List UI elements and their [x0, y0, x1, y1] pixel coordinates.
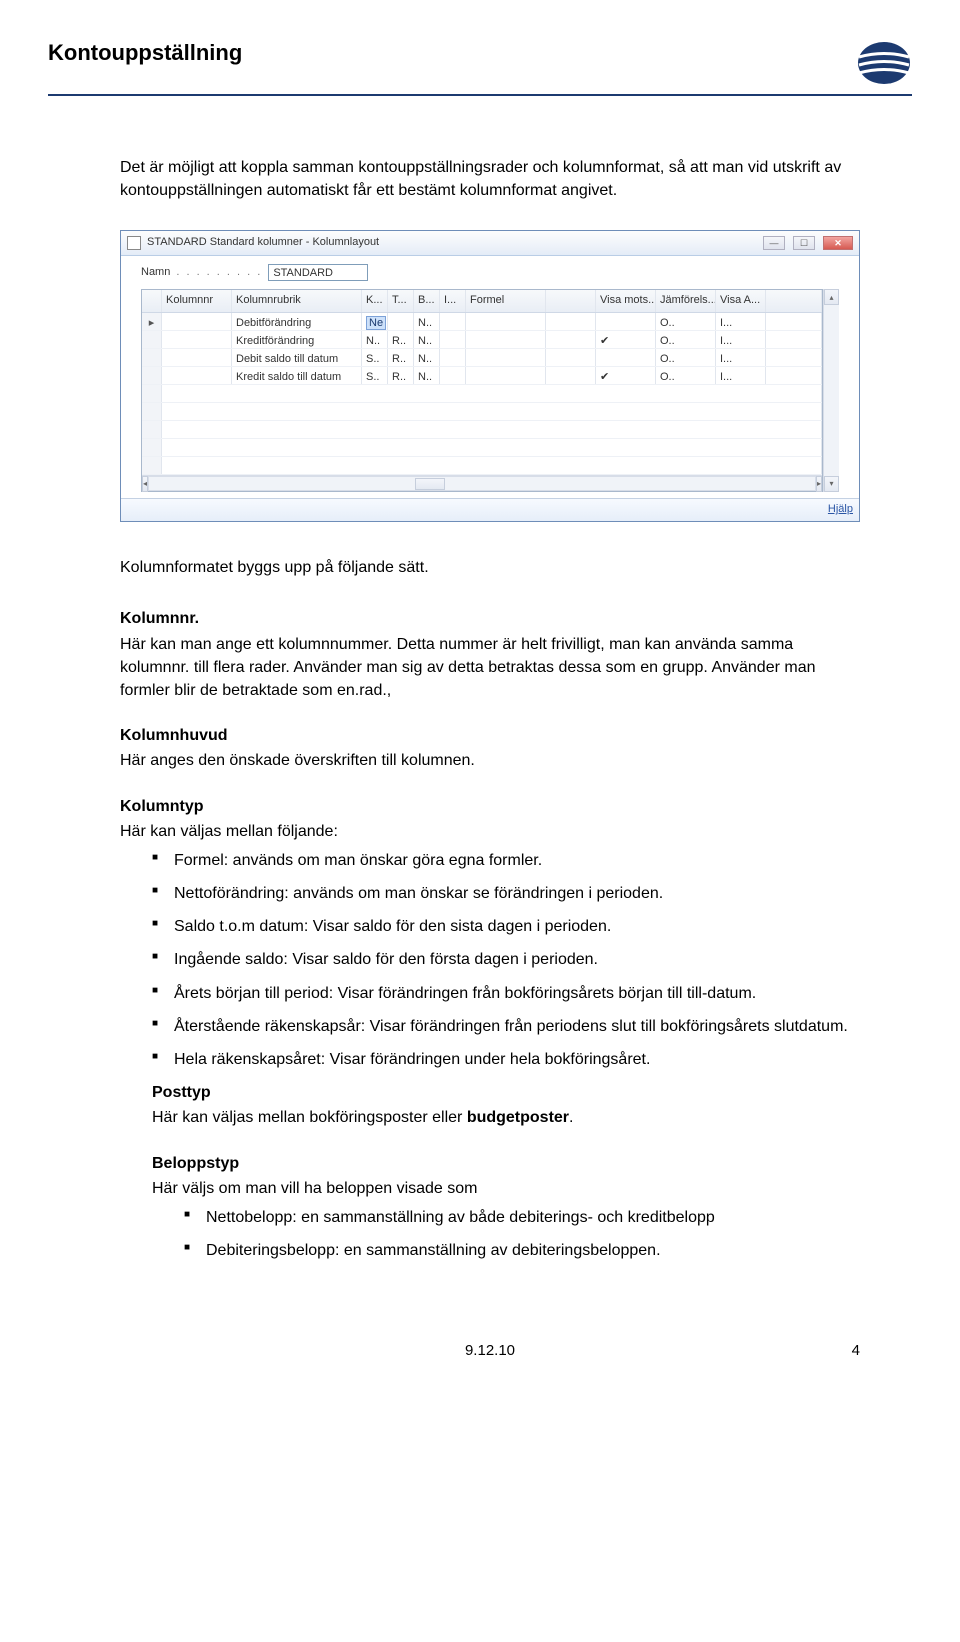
app-window-screenshot: STANDARD Standard kolumner - Kolumnlayou… — [120, 230, 860, 522]
kolumnhuvud-heading: Kolumnhuvud — [120, 724, 860, 747]
namn-field-row: Namn . . . . . . . . . STANDARD — [141, 264, 839, 281]
table-row[interactable]: Debit saldo till datum S.. R.. N.. O.. I… — [142, 349, 822, 367]
beloppstyp-bullets: Nettobelopp: en sammanställning av både … — [152, 1206, 860, 1262]
col-kolumnnr[interactable]: Kolumnnr — [162, 290, 232, 312]
window-title: STANDARD Standard kolumner - Kolumnlayou… — [147, 235, 755, 251]
vertical-scrollbar[interactable]: ▴ ▾ — [823, 289, 839, 492]
dotted-leader: . . . . . . . . . — [176, 265, 262, 281]
posttyp-text: Här kan väljas mellan bokföringsposter e… — [152, 1106, 860, 1129]
col-kolumnrubrik[interactable]: Kolumnrubrik — [232, 290, 362, 312]
help-link[interactable]: Hjälp — [828, 503, 853, 515]
list-item: Årets början till period: Visar förändri… — [152, 982, 860, 1005]
list-item: Nettoförändring: används om man önskar s… — [152, 882, 860, 905]
table-row[interactable]: .. — [142, 421, 822, 439]
minimize-button[interactable]: — — [763, 236, 785, 250]
kolumnnr-section: Kolumnnr. Här kan man ange ett kolumnnum… — [120, 607, 860, 702]
grid-container: Kolumnnr Kolumnrubrik K... T... B... I..… — [141, 289, 839, 492]
col-t[interactable]: T... — [388, 290, 414, 312]
table-row[interactable]: Kredit saldo till datum S.. R.. N.. ✔ O.… — [142, 367, 822, 385]
titlebar: STANDARD Standard kolumner - Kolumnlayou… — [121, 231, 859, 256]
list-item: Återstående räkenskapsår: Visar förändri… — [152, 1015, 860, 1038]
page-header: Kontouppställning — [0, 0, 960, 94]
kolumnhuvud-section: Kolumnhuvud Här anges den önskade översk… — [120, 724, 860, 772]
beloppstyp-heading: Beloppstyp — [152, 1152, 860, 1175]
col-va[interactable]: Visa A... — [716, 290, 766, 312]
col-k[interactable]: K... — [362, 290, 388, 312]
list-item: Nettobelopp: en sammanställning av både … — [184, 1206, 860, 1229]
kolumntyp-section: Kolumntyp Här kan väljas mellan följande… — [120, 795, 860, 1130]
table-row[interactable]: ▸ Debitförändring Ne N.. O.. — [142, 313, 822, 331]
byggs-paragraph: Kolumnformatet byggs upp på följande sät… — [120, 556, 860, 579]
footer-page-number: 4 — [852, 1342, 860, 1359]
table-row[interactable]: .. — [142, 385, 822, 403]
grid-header: Kolumnnr Kolumnrubrik K... T... B... I..… — [142, 290, 822, 313]
namn-label: Namn — [141, 265, 170, 281]
maximize-button[interactable]: ☐ — [793, 236, 815, 250]
scroll-down-icon[interactable]: ▾ — [824, 476, 839, 492]
kolumnnr-heading: Kolumnnr. — [120, 607, 860, 630]
page-footer: 9.12.10 4 — [0, 1342, 960, 1389]
horizontal-scrollbar[interactable]: ◂ ▸ — [142, 475, 822, 491]
logo-icon — [856, 40, 912, 86]
scroll-up-icon[interactable]: ▴ — [824, 289, 839, 305]
list-item: Hela räkenskapsåret: Visar förändringen … — [152, 1048, 860, 1071]
kolumnhuvud-text: Här anges den önskade överskriften till … — [120, 749, 860, 772]
app-icon — [127, 236, 141, 250]
window-footer: Hjälp — [121, 498, 859, 521]
beloppstyp-text: Här väljs om man vill ha beloppen visade… — [152, 1177, 860, 1200]
col-visa[interactable]: Visa mots... — [596, 290, 656, 312]
page-title: Kontouppställning — [48, 40, 242, 66]
namn-input[interactable]: STANDARD — [268, 264, 368, 281]
kolumnnr-text: Här kan man ange ett kolumnnummer. Detta… — [120, 633, 860, 703]
content: Det är möjligt att koppla samman kontoup… — [0, 96, 960, 1262]
grid-rows: ▸ Debitförändring Ne N.. O.. — [142, 313, 822, 475]
window-body: Namn . . . . . . . . . STANDARD Kolumnnr… — [121, 256, 859, 498]
col-i[interactable]: I... — [440, 290, 466, 312]
table-row[interactable]: .. — [142, 439, 822, 457]
list-item: Ingående saldo: Visar saldo för den förs… — [152, 948, 860, 971]
list-item: Formel: används om man önskar göra egna … — [152, 849, 860, 872]
close-button[interactable]: ✕ — [823, 236, 853, 250]
beloppstyp-section: Beloppstyp Här väljs om man vill ha belo… — [152, 1152, 860, 1263]
kolumntyp-text: Här kan väljas mellan följande: — [120, 820, 860, 843]
table-row[interactable]: .. — [142, 403, 822, 421]
column-grid[interactable]: Kolumnnr Kolumnrubrik K... T... B... I..… — [141, 289, 823, 492]
list-item: Debiteringsbelopp: en sammanställning av… — [184, 1239, 860, 1262]
kolumntyp-heading: Kolumntyp — [120, 795, 860, 818]
col-formel[interactable]: Formel — [466, 290, 546, 312]
kolumntyp-bullets: Formel: används om man önskar göra egna … — [120, 849, 860, 1071]
scroll-right-icon[interactable]: ▸ — [816, 476, 822, 492]
posttyp-heading: Posttyp — [152, 1081, 860, 1104]
list-item: Saldo t.o.m datum: Visar saldo för den s… — [152, 915, 860, 938]
footer-date: 9.12.10 — [465, 1342, 515, 1359]
table-row[interactable]: .. — [142, 457, 822, 475]
col-b[interactable]: B... — [414, 290, 440, 312]
table-row[interactable]: Kreditförändring N.. R.. N.. ✔ O.. I... — [142, 331, 822, 349]
col-jam[interactable]: Jämförels... — [656, 290, 716, 312]
intro-paragraph: Det är möjligt att koppla samman kontoup… — [120, 156, 860, 202]
